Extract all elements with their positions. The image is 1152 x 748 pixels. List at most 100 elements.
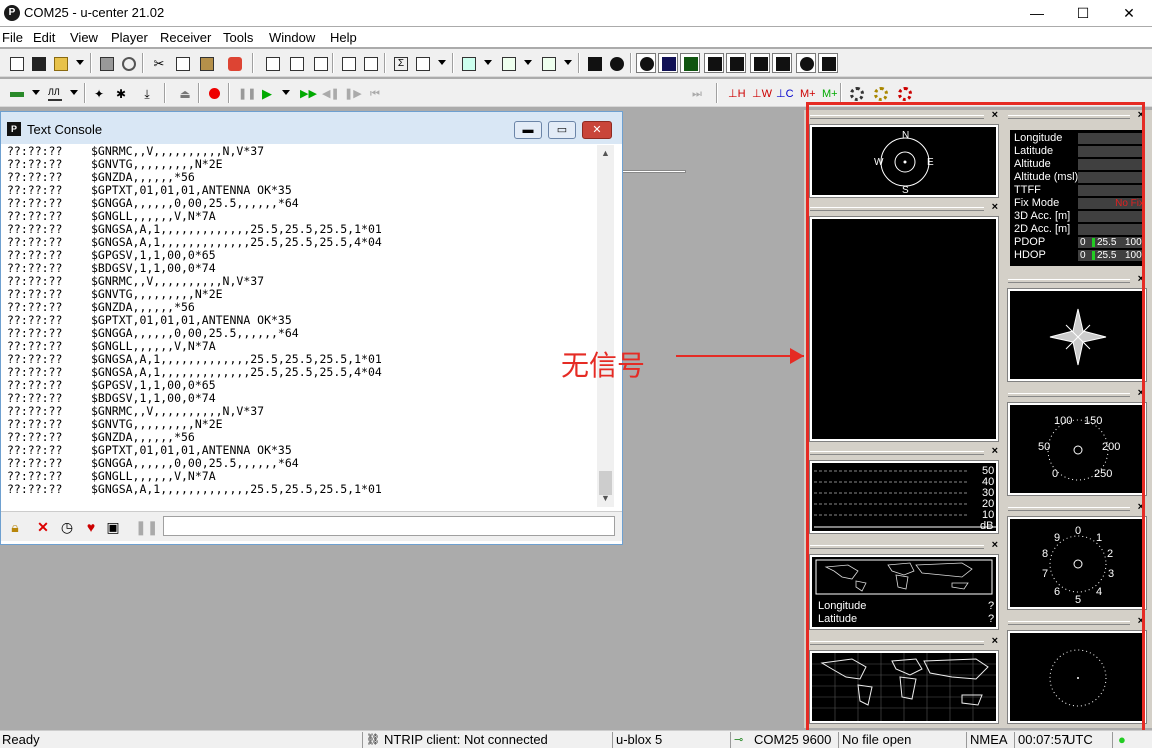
docs3-icon[interactable] — [310, 53, 330, 73]
binary-icon[interactable] — [658, 53, 678, 73]
sky-plot-view — [809, 216, 999, 442]
panel-close-icon[interactable]: × — [992, 539, 998, 551]
step-back-icon[interactable]: ◀❚ — [318, 83, 340, 103]
thermometer-h-icon[interactable]: ⊥H — [724, 83, 746, 103]
menu-help[interactable]: Help — [330, 30, 357, 45]
connection-icon[interactable] — [6, 83, 26, 103]
map-icon[interactable] — [818, 53, 838, 73]
scroll-down-icon[interactable]: ▼ — [597, 490, 614, 507]
camera-icon[interactable] — [584, 53, 604, 73]
console-minimize-button[interactable]: ▬ — [514, 121, 542, 139]
pc-time-icon[interactable]: ◷ — [59, 519, 75, 535]
chevron-down-icon[interactable] — [484, 60, 492, 65]
docs2-icon[interactable] — [286, 53, 306, 73]
panel-icon[interactable] — [338, 53, 358, 73]
gear-icon[interactable] — [846, 83, 866, 103]
wand-icon[interactable]: ✦ — [90, 83, 110, 103]
compass-icon[interactable] — [796, 53, 816, 73]
panel-close-icon[interactable]: × — [992, 635, 998, 647]
open-icon[interactable] — [50, 53, 70, 73]
preview-icon[interactable] — [118, 53, 138, 73]
marker-add-icon[interactable]: M+ — [796, 83, 816, 103]
clear-icon[interactable]: ✕ — [35, 519, 51, 535]
menu-window[interactable]: Window — [269, 30, 315, 45]
download-icon[interactable]: ⤓ — [136, 83, 156, 103]
close-button[interactable]: ✕ — [1106, 0, 1152, 26]
table-icon[interactable] — [412, 53, 432, 73]
menu-file[interactable]: File — [2, 30, 23, 45]
panel-close-icon[interactable]: × — [992, 201, 998, 213]
baudrate-icon[interactable]: ЛЛ — [44, 83, 64, 103]
marker-add2-icon[interactable]: M+ — [818, 83, 838, 103]
command-input[interactable] — [163, 516, 615, 536]
lock-icon[interactable]: 🔒︎ — [7, 519, 23, 535]
chevron-down-icon[interactable] — [524, 60, 532, 65]
satellite-icon[interactable] — [772, 53, 792, 73]
panel-close-icon[interactable]: × — [1138, 109, 1144, 121]
thermometer-w-icon[interactable]: ⊥W — [748, 83, 772, 103]
panel-close-icon[interactable]: × — [1138, 273, 1144, 285]
chevron-down-icon[interactable] — [438, 60, 446, 65]
sum-icon[interactable]: Σ — [390, 53, 410, 73]
panel2-icon[interactable] — [360, 53, 380, 73]
fast-forward-icon[interactable]: ▶▶ — [296, 83, 317, 103]
thermometer-c-icon[interactable]: ⊥C — [772, 83, 794, 103]
status-port[interactable]: COM25 9600 — [754, 732, 831, 747]
chart-icon[interactable] — [458, 53, 478, 73]
panel-close-icon[interactable]: × — [1138, 501, 1144, 513]
histogram-icon[interactable] — [538, 53, 558, 73]
save-log-icon[interactable]: ▣ — [105, 519, 121, 535]
chevron-down-icon[interactable] — [32, 90, 40, 95]
panel-close-icon[interactable]: × — [992, 445, 998, 457]
print-icon[interactable] — [96, 53, 116, 73]
deviation-icon[interactable] — [498, 53, 518, 73]
console-log[interactable]: ??:??:?? $GNRMC,,V,,,,,,,,,,N,V*37??:??:?… — [7, 145, 597, 505]
chevron-down-icon[interactable] — [282, 90, 290, 95]
statistics-icon[interactable] — [704, 53, 724, 73]
rewind-icon[interactable]: ⏮ — [364, 83, 384, 103]
copy-icon[interactable] — [172, 53, 192, 73]
maximize-button[interactable]: ☐ — [1060, 0, 1106, 26]
console-close-button[interactable]: ✕ — [582, 121, 612, 139]
console-maximize-button[interactable]: ▭ — [548, 121, 576, 139]
panel-close-icon[interactable]: × — [1138, 615, 1144, 627]
chevron-down-icon[interactable] — [76, 60, 84, 65]
panel-close-icon[interactable]: × — [1138, 387, 1144, 399]
docs-icon[interactable] — [262, 53, 282, 73]
pause-icon[interactable]: ❚❚ — [234, 83, 256, 103]
new-icon[interactable] — [6, 53, 26, 73]
menu-receiver[interactable]: Receiver — [160, 30, 211, 45]
gear-warning-icon[interactable] — [870, 83, 890, 103]
status-ntrip[interactable]: NTRIP client: Not connected — [384, 732, 548, 747]
record-icon[interactable] — [204, 83, 224, 103]
console-scrollbar[interactable]: ▲ ▼ — [597, 145, 614, 507]
pause-icon[interactable]: ❚❚ — [135, 519, 158, 535]
end-icon[interactable]: ⏭ — [686, 83, 706, 103]
paste-icon[interactable] — [196, 53, 216, 73]
cut-icon[interactable]: ✂ — [148, 53, 168, 73]
stop-icon[interactable] — [224, 53, 244, 73]
save-icon[interactable] — [28, 53, 48, 73]
panel-close-icon[interactable]: × — [992, 109, 998, 121]
menu-edit[interactable]: Edit — [33, 30, 55, 45]
menu-tools[interactable]: Tools — [223, 30, 253, 45]
step-forward-icon[interactable]: ❚▶ — [340, 83, 362, 103]
menu-view[interactable]: View — [70, 30, 98, 45]
filter-icon[interactable]: ♥ — [83, 519, 99, 535]
eject-icon[interactable]: ⏏ — [174, 83, 194, 103]
dashboard-icon[interactable] — [606, 53, 626, 73]
nmea-icon[interactable] — [636, 53, 656, 73]
chevron-down-icon[interactable] — [70, 90, 78, 95]
chevron-down-icon[interactable] — [564, 60, 572, 65]
messages-icon[interactable] — [680, 53, 700, 73]
gear-error-icon[interactable] — [894, 83, 914, 103]
status-ready: Ready — [2, 732, 40, 747]
sky-view-icon[interactable] — [750, 53, 770, 73]
debug-icon[interactable]: ✱ — [112, 83, 132, 103]
play-icon[interactable]: ▶ — [256, 83, 276, 103]
menu-player[interactable]: Player — [111, 30, 148, 45]
scroll-up-icon[interactable]: ▲ — [597, 145, 614, 162]
signal-icon[interactable] — [726, 53, 746, 73]
console-toolbar: 🔒︎ ✕ ◷ ♥ ▣ ❚❚ — [1, 511, 622, 541]
minimize-button[interactable]: — — [1014, 0, 1060, 26]
